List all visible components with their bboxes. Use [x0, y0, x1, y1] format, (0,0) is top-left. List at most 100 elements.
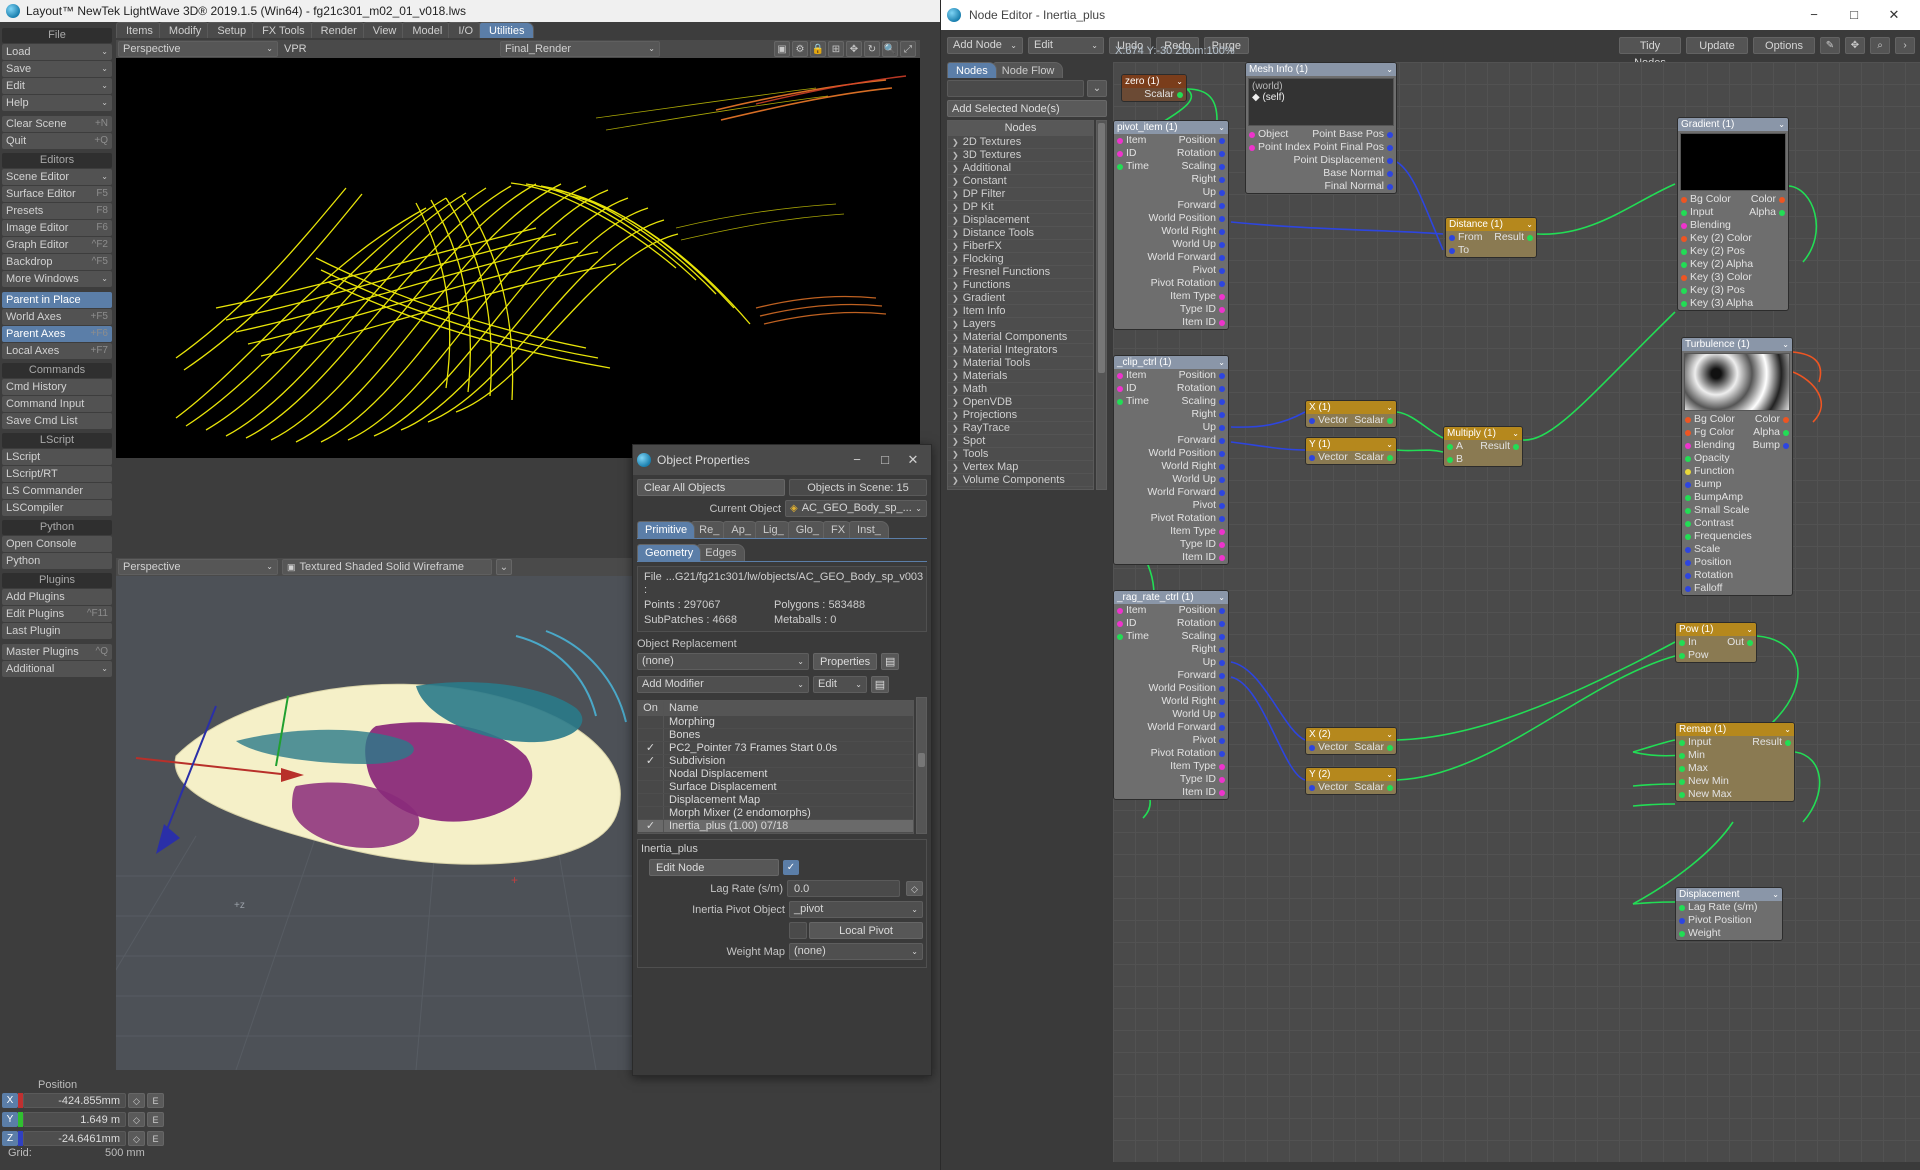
node-output-port[interactable]: World Position: [1148, 447, 1225, 460]
sidebar-item-scene-editor[interactable]: Scene Editor ⌄: [2, 169, 112, 185]
port-dot-icon[interactable]: [1449, 247, 1455, 254]
node-output-port[interactable]: Scalar: [1354, 781, 1393, 794]
sidebar-item-edit-plugins[interactable]: Edit Plugins ^F11: [2, 606, 112, 622]
port-dot-icon[interactable]: [1783, 416, 1789, 423]
node-category-material-components[interactable]: ❯ Material Components: [948, 331, 1093, 344]
op-tab-re-[interactable]: Re_: [691, 521, 728, 538]
node-header[interactable]: Multiply (1) ⌄: [1444, 427, 1522, 440]
port-dot-icon[interactable]: [1685, 546, 1691, 553]
node-output-port[interactable]: Scaling: [1182, 160, 1225, 173]
port-dot-icon[interactable]: [1117, 607, 1123, 614]
chevron-down-icon[interactable]: ⌄: [1386, 401, 1393, 414]
node-output-port[interactable]: World Position: [1148, 682, 1225, 695]
node-output-port[interactable]: Forward: [1177, 199, 1225, 212]
viewport2-shading-dropdown[interactable]: ▣ Textured Shaded Solid Wireframe: [282, 559, 492, 575]
node-output-port[interactable]: Scalar: [1354, 414, 1393, 427]
port-dot-icon[interactable]: [1449, 234, 1455, 241]
port-dot-icon[interactable]: [1219, 398, 1225, 405]
port-dot-icon[interactable]: [1679, 778, 1685, 785]
port-dot-icon[interactable]: [1779, 196, 1785, 203]
sidebar-item-ls-commander[interactable]: LS Commander: [2, 483, 112, 499]
node-y1[interactable]: Y (1) ⌄ Vector Scalar: [1305, 437, 1397, 465]
node-output-port[interactable]: Item Type: [1170, 525, 1225, 538]
node-distance[interactable]: Distance (1) ⌄ From Result To: [1445, 217, 1537, 258]
node-input-port[interactable]: Key (3) Color: [1681, 271, 1752, 284]
maximize-icon[interactable]: □: [1834, 0, 1874, 30]
node-category-3d-textures[interactable]: ❯ 3D Textures: [948, 149, 1093, 162]
node-panel-tab-node-flow[interactable]: Node Flow: [992, 62, 1064, 78]
maximize-icon[interactable]: □: [871, 446, 899, 474]
node-category-list[interactable]: Nodes ❯ 2D Textures ❯ 3D Textures ❯ Additiona…: [947, 120, 1094, 490]
node-output-port[interactable]: World Forward: [1147, 251, 1225, 264]
port-dot-icon[interactable]: [1387, 183, 1393, 190]
tidy-nodes-button[interactable]: Tidy Nodes: [1619, 36, 1681, 69]
node-input-port[interactable]: Key (2) Color: [1681, 232, 1752, 245]
viewport-view-mode-dropdown[interactable]: Perspective ⌄: [118, 41, 278, 57]
sidebar-item-command-input[interactable]: Command Input: [2, 396, 112, 412]
node-input-port[interactable]: New Max: [1679, 788, 1732, 801]
node-input-port[interactable]: Bg Color: [1681, 193, 1731, 206]
node-mesh_info[interactable]: Mesh Info (1) ⌄ (world) ◆ (self) Object Poin…: [1245, 62, 1397, 194]
sidebar-item-parent-in-place[interactable]: Parent in Place: [2, 292, 112, 308]
port-dot-icon[interactable]: [1387, 744, 1393, 751]
node-output-port[interactable]: Item ID: [1182, 551, 1225, 564]
chevron-down-icon[interactable]: ⌄: [1218, 121, 1225, 134]
op-tab-glo-[interactable]: Glo_: [787, 521, 827, 538]
expand-icon[interactable]: ◇: [906, 881, 923, 896]
node-header[interactable]: pivot_item (1) ⌄: [1114, 121, 1228, 134]
node-header[interactable]: Pow (1) ⌄: [1676, 623, 1756, 636]
node-input-port[interactable]: Key (3) Pos: [1681, 284, 1745, 297]
axis-toggle-y[interactable]: Y: [2, 1112, 18, 1127]
node-input-port[interactable]: Falloff: [1685, 582, 1722, 595]
port-dot-icon[interactable]: [1685, 494, 1691, 501]
node-pivot_item[interactable]: pivot_item (1) ⌄ Item Position ID Rotation Tim…: [1113, 120, 1229, 330]
port-dot-icon[interactable]: [1219, 202, 1225, 209]
minimize-icon[interactable]: −: [843, 446, 871, 474]
port-dot-icon[interactable]: [1513, 443, 1519, 450]
port-dot-icon[interactable]: [1387, 131, 1393, 138]
sidebar-item-lscript-rt[interactable]: LScript/RT: [2, 466, 112, 482]
port-dot-icon[interactable]: [1219, 489, 1225, 496]
node-output-port[interactable]: Scaling: [1182, 395, 1225, 408]
modifier-enabled-checkbox[interactable]: [638, 781, 664, 793]
node-header[interactable]: zero (1) ⌄: [1122, 75, 1186, 88]
node-input-port[interactable]: Scale: [1685, 543, 1720, 556]
clipboard-icon[interactable]: ▤: [871, 676, 889, 693]
node-output-port[interactable]: Pivot: [1193, 734, 1225, 747]
port-dot-icon[interactable]: [1219, 176, 1225, 183]
modifier-row[interactable]: Nodal Displacement: [638, 768, 913, 781]
node-output-port[interactable]: Position: [1179, 604, 1225, 617]
port-dot-icon[interactable]: [1679, 791, 1685, 798]
port-dot-icon[interactable]: [1309, 417, 1315, 424]
clear-all-objects-button[interactable]: Clear All Objects: [637, 479, 785, 496]
node-output-port[interactable]: Up: [1203, 421, 1225, 434]
expand-icon[interactable]: ◇: [128, 1131, 145, 1146]
port-dot-icon[interactable]: [1783, 442, 1789, 449]
current-object-dropdown[interactable]: ◈ AC_GEO_Body_sp_... ⌄: [785, 500, 927, 517]
inertia-pivot-object-dropdown[interactable]: _pivot ⌄: [789, 901, 923, 918]
node-output-port[interactable]: Point Displacement: [1294, 154, 1393, 167]
node-output-port[interactable]: Bump: [1753, 439, 1789, 452]
port-dot-icon[interactable]: [1219, 163, 1225, 170]
port-dot-icon[interactable]: [1219, 463, 1225, 470]
node-output-port[interactable]: Item Type: [1170, 760, 1225, 773]
port-dot-icon[interactable]: [1219, 280, 1225, 287]
local-pivot-button[interactable]: Local Pivot: [809, 922, 923, 939]
node-output-port[interactable]: Up: [1203, 656, 1225, 669]
node-category-math[interactable]: ❯ Math: [948, 383, 1093, 396]
port-dot-icon[interactable]: [1685, 481, 1691, 488]
node-output-port[interactable]: Scalar: [1144, 88, 1183, 101]
port-dot-icon[interactable]: [1219, 633, 1225, 640]
node-category-openvdb[interactable]: ❯ OpenVDB: [948, 396, 1093, 409]
port-dot-icon[interactable]: [1249, 131, 1255, 138]
node-input-port[interactable]: To: [1449, 244, 1469, 257]
chevron-down-icon[interactable]: ⌄: [1386, 438, 1393, 451]
sidebar-item-presets[interactable]: Presets F8: [2, 203, 112, 219]
node-item-list[interactable]: (world) ◆ (self): [1248, 78, 1394, 126]
node-zero[interactable]: zero (1) ⌄ Scalar: [1121, 74, 1187, 102]
node-pow[interactable]: Pow (1) ⌄ In Out Pow: [1675, 622, 1757, 663]
modifier-enabled-checkbox[interactable]: [638, 729, 664, 741]
port-dot-icon[interactable]: [1219, 724, 1225, 731]
node-category-spot[interactable]: ❯ Spot: [948, 435, 1093, 448]
node-input-port[interactable]: Key (3) Alpha: [1681, 297, 1753, 310]
